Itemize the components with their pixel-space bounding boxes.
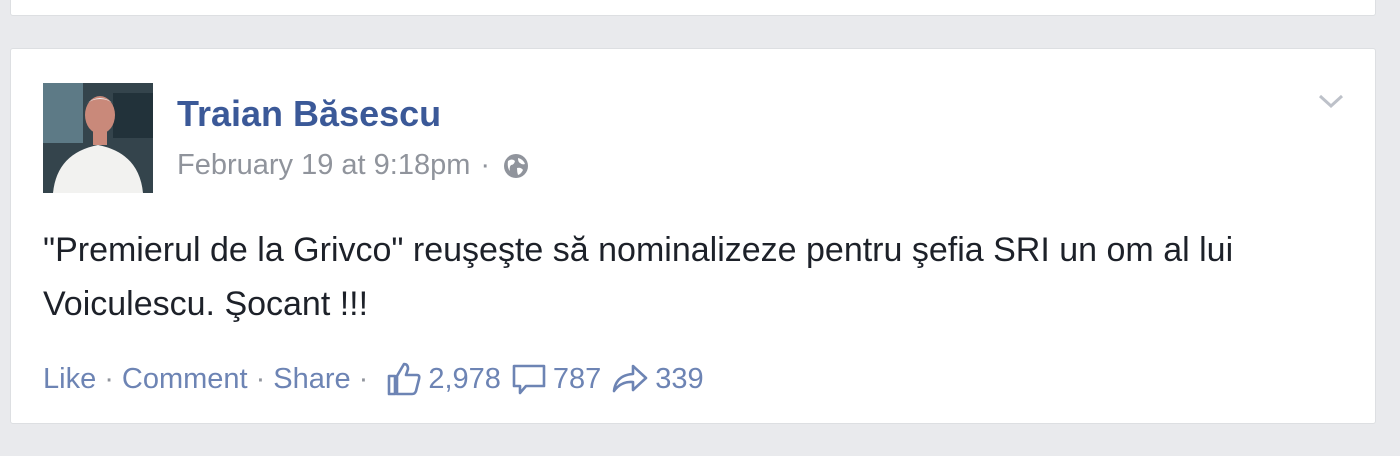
comments-count-stat[interactable]: 787 (511, 361, 601, 397)
author-name[interactable]: Traian Băsescu (177, 93, 441, 135)
comments-count: 787 (552, 362, 602, 395)
likes-count: 2,978 (428, 362, 501, 395)
likes-count-stat[interactable]: 2,978 (386, 361, 501, 397)
post-actions: Like · Comment · Share · 2,978 787 339 (43, 361, 704, 397)
post-timestamp[interactable]: February 19 at 9:18pm (177, 149, 470, 182)
chevron-down-icon[interactable] (1317, 91, 1345, 111)
meta-separator: · (480, 149, 491, 181)
shares-count: 339 (655, 362, 704, 395)
action-separator: · (104, 362, 114, 395)
comment-icon (512, 364, 546, 395)
action-separator: · (358, 362, 369, 395)
post-text: "Premierul de la Grivco" reuşeşte să nom… (43, 231, 1234, 323)
like-link[interactable]: Like (43, 363, 96, 396)
previous-post-card (10, 0, 1376, 16)
thumbs-up-icon (388, 362, 421, 396)
post-card: Traian Băsescu February 19 at 9:18pm · "… (10, 48, 1376, 424)
shares-count-stat[interactable]: 339 (611, 361, 704, 397)
comment-link[interactable]: Comment (122, 363, 248, 396)
share-link[interactable]: Share (273, 363, 350, 396)
post-meta: February 19 at 9:18pm · (177, 149, 530, 182)
share-arrow-icon (612, 364, 648, 393)
action-separator: · (255, 362, 266, 395)
avatar[interactable] (43, 83, 153, 193)
globe-icon[interactable] (502, 152, 530, 180)
